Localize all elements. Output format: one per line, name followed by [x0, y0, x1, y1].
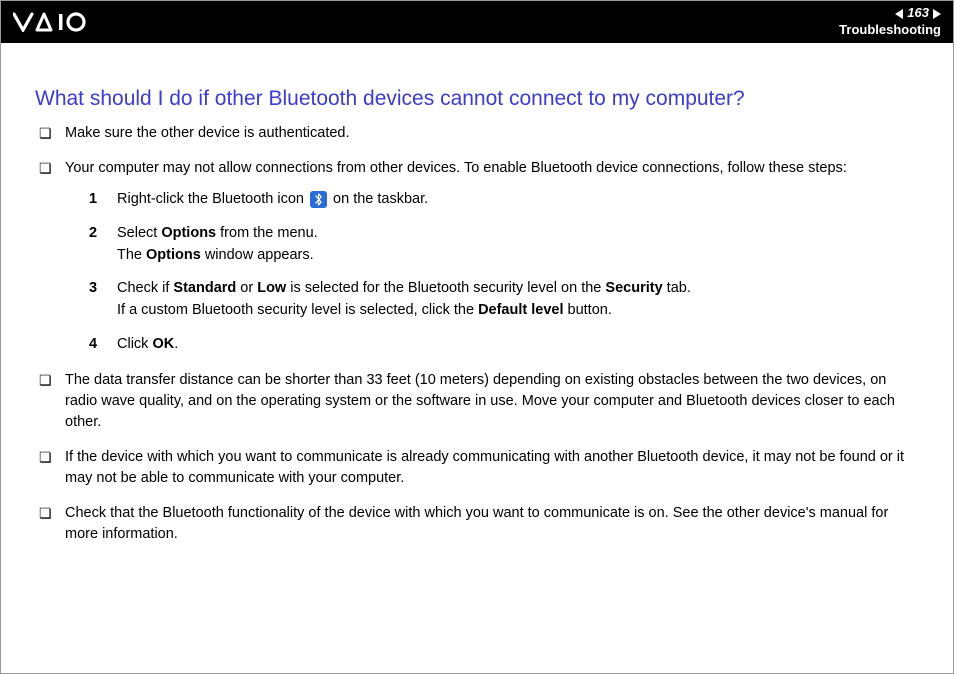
step-number: 3: [89, 278, 97, 300]
bold-term: Options: [161, 225, 216, 241]
header-right: 163 Troubleshooting: [839, 5, 941, 39]
step-text: from the menu.: [216, 225, 318, 241]
bluetooth-icon: [310, 191, 327, 208]
step-text: Check if: [117, 280, 173, 296]
bold-term: Options: [146, 247, 201, 263]
vaio-logo: [13, 12, 99, 32]
page-header: 163 Troubleshooting: [1, 1, 953, 43]
article-heading: What should I do if other Bluetooth devi…: [35, 87, 919, 111]
step-text: is selected for the Bluetooth security l…: [286, 280, 605, 296]
step-number: 2: [89, 223, 97, 245]
bold-term: Security: [605, 280, 662, 296]
bold-term: OK: [152, 336, 174, 352]
section-label: Troubleshooting: [839, 22, 941, 39]
bullet-item: Check that the Bluetooth functionality o…: [35, 503, 919, 545]
step-text: on the taskbar.: [329, 191, 428, 207]
step-item: 4 Click OK.: [89, 334, 919, 356]
bullet-item: If the device with which you want to com…: [35, 447, 919, 489]
prev-page-icon[interactable]: [895, 9, 903, 19]
step-text: window appears.: [201, 247, 314, 263]
steps-list: 1 Right-click the Bluetooth icon on the …: [89, 189, 919, 356]
bullet-list: Make sure the other device is authentica…: [35, 123, 919, 545]
page-content: What should I do if other Bluetooth devi…: [1, 43, 953, 579]
bold-term: Default level: [478, 302, 563, 318]
step-text: Select: [117, 225, 161, 241]
step-number: 1: [89, 189, 97, 211]
page-nav: 163: [839, 5, 941, 22]
bullet-item: Your computer may not allow connections …: [35, 158, 919, 356]
step-text: If a custom Bluetooth security level is …: [117, 302, 478, 318]
step-text: Right-click the Bluetooth icon: [117, 191, 308, 207]
step-text: or: [236, 280, 257, 296]
step-item: 3 Check if Standard or Low is selected f…: [89, 278, 919, 322]
bold-term: Low: [257, 280, 286, 296]
step-text: The: [117, 247, 146, 263]
bullet-item: Make sure the other device is authentica…: [35, 123, 919, 144]
step-text: tab.: [663, 280, 691, 296]
step-text: .: [174, 336, 178, 352]
step-item: 2 Select Options from the menu. The Opti…: [89, 223, 919, 267]
page-number: 163: [907, 5, 929, 22]
bullet-item: The data transfer distance can be shorte…: [35, 370, 919, 433]
step-text: button.: [563, 302, 611, 318]
step-item: 1 Right-click the Bluetooth icon on the …: [89, 189, 919, 211]
step-number: 4: [89, 334, 97, 356]
bullet-text: Your computer may not allow connections …: [65, 160, 847, 176]
bold-term: Standard: [173, 280, 236, 296]
next-page-icon[interactable]: [933, 9, 941, 19]
step-text: Click: [117, 336, 152, 352]
